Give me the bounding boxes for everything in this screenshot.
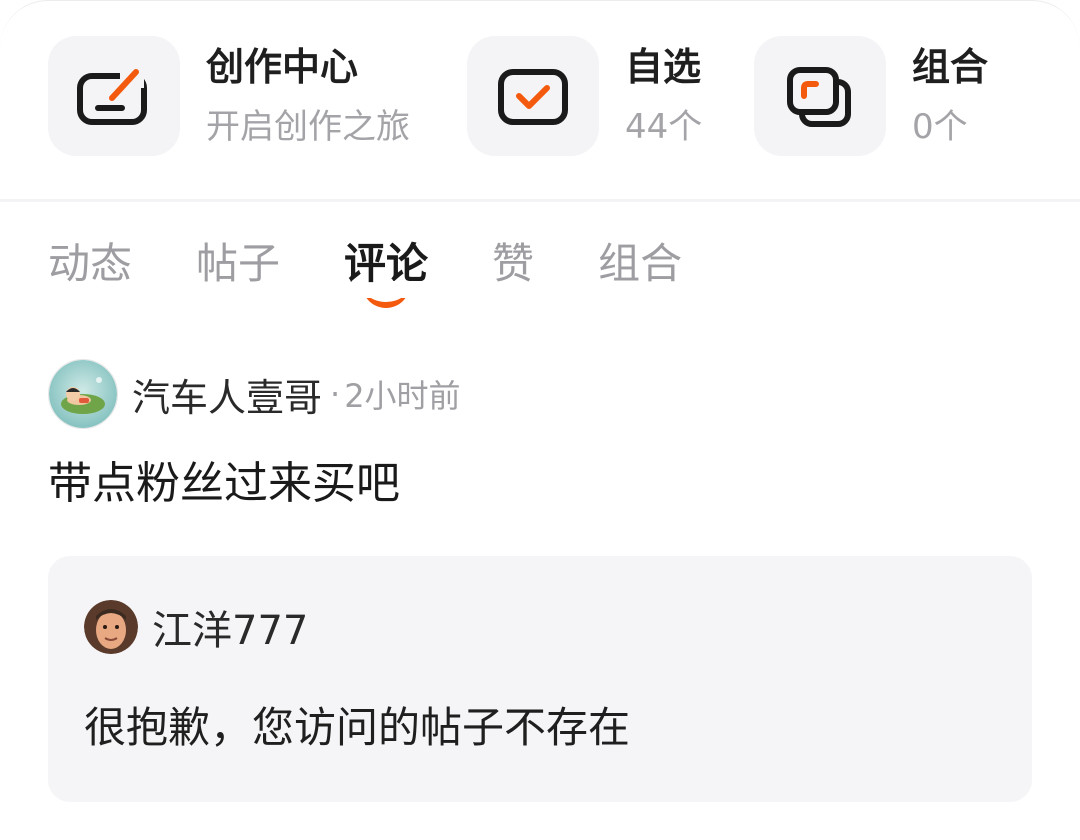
quoted-author-name[interactable]: 江洋777	[152, 598, 308, 656]
creation-title: 创作中心	[206, 45, 359, 89]
portfolio-count: 0个	[912, 107, 968, 147]
tab-comments-label: 评论	[344, 239, 429, 288]
tab-posts[interactable]: 帖子	[196, 236, 280, 292]
pen-square-icon	[77, 68, 147, 125]
quoted-post-text: 很抱歉，您访问的帖子不存在	[84, 703, 631, 752]
separator-dot: ·	[330, 375, 341, 413]
avatar[interactable]	[84, 600, 138, 654]
check-square-icon	[498, 69, 568, 125]
creation-subtitle: 开启创作之旅	[206, 107, 410, 147]
comment-text: 带点粉丝过来买吧	[48, 458, 400, 509]
watchlist-tile[interactable]	[467, 36, 599, 156]
quoted-post-card[interactable]: 江洋777 很抱歉，您访问的帖子不存在	[48, 556, 1032, 802]
comment-author-row: 汽车人壹哥 · 2小时前	[48, 358, 1032, 430]
watchlist-count: 44个	[625, 107, 703, 147]
profile-tabs: 动态 帖子 评论 赞 组合	[48, 236, 746, 308]
tab-comments[interactable]: 评论	[344, 236, 429, 308]
shortcut-portfolio[interactable]: 组合 0个	[754, 36, 988, 156]
shortcut-creation-center[interactable]: 创作中心 开启创作之旅	[48, 36, 410, 156]
avatar[interactable]	[48, 359, 118, 429]
portfolio-tile[interactable]	[754, 36, 886, 156]
quoted-author-row: 江洋777	[84, 598, 996, 656]
stacked-squares-icon	[787, 67, 851, 127]
comment-author-name[interactable]: 汽车人壹哥	[132, 367, 322, 422]
tab-activity[interactable]: 动态	[48, 236, 132, 292]
creation-tile[interactable]	[48, 36, 180, 156]
tab-portfolio[interactable]: 组合	[598, 236, 682, 292]
watchlist-title: 自选	[625, 45, 702, 89]
shortcut-watchlist[interactable]: 自选 44个	[467, 36, 702, 156]
comment-time: 2小时前	[344, 377, 461, 415]
portfolio-title: 组合	[912, 45, 989, 89]
section-divider	[0, 199, 1080, 202]
tab-likes[interactable]: 赞	[492, 236, 534, 292]
active-tab-indicator	[362, 298, 411, 310]
comment-item[interactable]: 汽车人壹哥 · 2小时前 带点粉丝过来买吧	[48, 358, 1032, 511]
